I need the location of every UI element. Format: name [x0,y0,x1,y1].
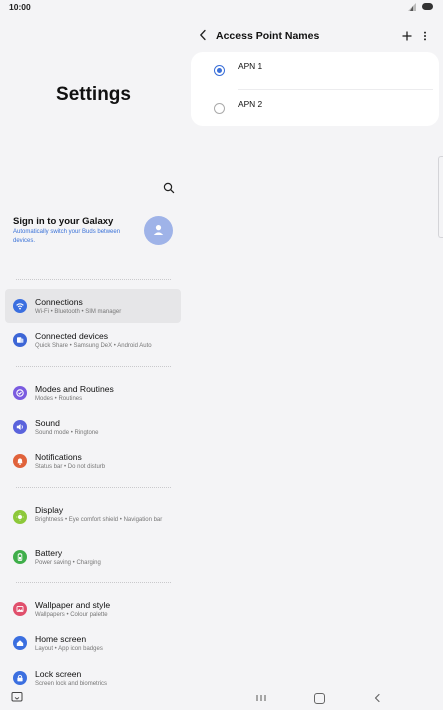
add-icon[interactable] [400,29,414,43]
pane-resize-handle[interactable] [438,156,443,238]
item-subtitle: Quick Share • Samsung DeX • Android Auto [35,343,152,349]
lock-icon [13,671,27,685]
signal-icon [408,3,416,11]
sun-icon [13,510,27,524]
settings-item-notifications[interactable]: Notifications Status bar • Do not distur… [5,444,181,478]
navigation-bar [0,688,443,710]
settings-item-battery[interactable]: Battery Power saving • Charging [5,540,181,574]
devices-icon [13,333,27,347]
home-button-icon[interactable] [314,693,325,704]
settings-item-wallpaper-style[interactable]: Wallpaper and style Wallpapers • Colour … [5,592,181,626]
routines-icon [13,386,27,400]
item-title: Notifications [35,452,82,462]
apn-name: APN 2 [238,99,263,109]
galaxy-signin[interactable]: Sign in to your Galaxy Automatically swi… [13,216,183,262]
nav-back-icon[interactable] [372,691,382,705]
item-subtitle: Wi-Fi • Bluetooth • SIM manager [35,309,122,315]
item-subtitle: Power saving • Charging [35,560,101,566]
recent-apps-icon[interactable] [255,691,267,705]
bell-icon [13,454,27,468]
item-subtitle: Brightness • Eye comfort shield • Naviga… [35,517,163,523]
item-title: Battery [35,548,63,558]
search-icon[interactable] [162,181,176,195]
apn-item[interactable]: APN 1 [191,52,439,89]
item-subtitle: Wallpapers • Colour palette [35,612,108,618]
keyboard-icon[interactable] [10,690,24,704]
settings-item-connections[interactable]: Connections Wi-Fi • Bluetooth • SIM mana… [5,289,181,323]
sound-icon [13,420,27,434]
item-subtitle: Screen lock and biometrics [35,681,108,687]
apn-radio[interactable] [214,103,225,114]
apn-name: APN 1 [238,61,263,71]
item-title: Lock screen [35,669,82,679]
item-title: Connected devices [35,331,109,341]
signin-subtitle: Automatically switch your Buds between d… [13,229,121,244]
item-title: Wallpaper and style [35,600,111,610]
settings-item-display[interactable]: Display Brightness • Eye comfort shield … [5,497,181,537]
settings-item-home-screen[interactable]: Home screen Layout • App icon badges [5,626,181,660]
settings-item-modes-routines[interactable]: Modes and Routines Modes • Routines [5,376,181,410]
divider [16,279,171,280]
settings-item-connected-devices[interactable]: Connected devices Quick Share • Samsung … [5,323,181,357]
apn-radio[interactable] [214,65,225,76]
back-icon[interactable] [197,28,209,42]
avatar[interactable] [144,216,173,245]
status-bar: 10:00 [0,0,443,14]
item-subtitle: Status bar • Do not disturb [35,464,106,470]
person-icon [153,225,164,235]
item-title: Home screen [35,634,87,644]
wifi-icon [13,299,27,313]
page-title: Access Point Names [216,30,320,42]
item-subtitle: Sound mode • Ringtone [35,430,99,436]
apn-item[interactable]: APN 2 [191,90,439,127]
status-time: 10:00 [9,2,31,12]
settings-item-sound[interactable]: Sound Sound mode • Ringtone [5,410,181,444]
page-title: Settings [56,84,131,105]
more-options-icon[interactable] [420,29,430,43]
item-title: Sound [35,418,60,428]
apn-list: APN 1 APN 2 [191,52,439,126]
item-subtitle: Layout • App icon badges [35,646,103,652]
item-title: Connections [35,297,83,307]
battery-status-icon [422,3,433,10]
signin-title: Sign in to your Galaxy [13,216,114,227]
divider [16,366,171,367]
divider [16,487,171,488]
wallpaper-icon [13,602,27,616]
item-title: Modes and Routines [35,384,114,394]
home-icon [13,636,27,650]
battery-icon [13,550,27,564]
item-title: Display [35,505,64,515]
divider [16,582,171,583]
item-subtitle: Modes • Routines [35,396,83,402]
